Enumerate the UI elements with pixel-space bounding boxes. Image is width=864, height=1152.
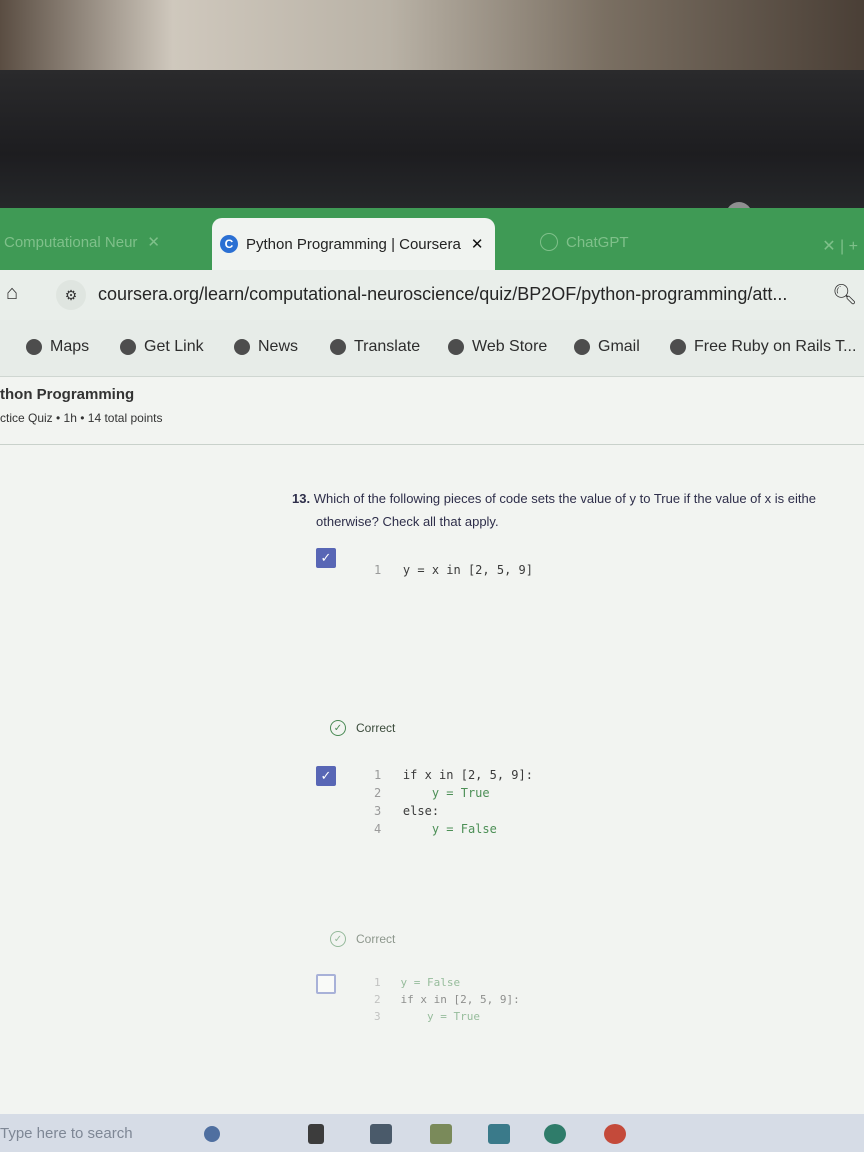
globe-icon [330,339,346,355]
bookmarks-bar: Maps Get Link News Translate Web Store G… [0,320,864,377]
tab-bar: Computational Neur ✕ C Python Programmin… [0,208,864,270]
check-circle-icon: ✓ [330,931,346,947]
option-3-checkbox[interactable] [316,974,336,994]
globe-icon [574,339,590,355]
check-circle-icon: ✓ [330,720,346,736]
option-1-feedback: ✓ Correct [330,720,395,736]
tab-controls[interactable]: ✕ | + [822,236,858,256]
screen: Computational Neur ✕ C Python Programmin… [0,208,864,1152]
globe-icon [234,339,250,355]
bookmark-label: Translate [354,338,421,355]
code-line: if x in [2, 5, 9]: [400,993,520,1006]
url-bar[interactable]: coursera.org/learn/computational-neurosc… [98,284,787,305]
bookmark-news[interactable]: News [234,338,298,356]
question-line-2: otherwise? Check all that apply. [316,514,499,529]
option-2-feedback: ✓ Correct [330,931,395,947]
divider [0,444,864,445]
bookmark-maps[interactable]: Maps [26,338,89,356]
taskbar: Type here to search [0,1114,864,1152]
code-line: y = True [402,786,490,800]
code-line: y = False [402,822,497,836]
chrome-icon[interactable] [604,1124,626,1144]
close-icon[interactable]: ✕ [471,235,484,253]
line-number: 1 [374,768,382,782]
option-1-checkbox[interactable]: ✓ [316,548,336,568]
bookmark-label: News [258,338,299,355]
tab-label: ChatGPT [566,233,629,251]
chatgpt-icon [540,233,558,251]
bookmark-free-ruby[interactable]: Free Ruby on Rails T... [670,338,856,356]
photo-background [0,0,864,80]
bookmark-get-link[interactable]: Get Link [120,338,204,356]
code-line: y = x in [2, 5, 9] [402,563,533,577]
bookmark-label: Maps [50,338,90,355]
code-line: y = False [400,976,461,989]
option-1-code: 1 y = x in [2, 5, 9] [374,549,533,577]
line-number: 2 [374,993,381,1006]
course-title: thon Programming [0,386,135,403]
globe-icon [120,339,136,355]
mail-icon[interactable] [488,1124,510,1144]
course-subtitle: ctice Quiz • 1h • 14 total points [0,411,163,425]
tab-computational-neuroscience[interactable]: Computational Neur ✕ [4,222,160,262]
line-number: 4 [374,822,382,836]
code-line: else: [402,804,440,818]
home-icon[interactable]: ⌂ [6,282,28,304]
line-number: 1 [374,563,382,577]
bookmark-translate[interactable]: Translate [330,338,420,356]
globe-icon [670,339,686,355]
bookmark-label: Get Link [144,338,204,355]
edge-icon[interactable] [544,1124,566,1144]
close-icon[interactable]: ✕ [147,233,160,251]
tab-label: Python Programming | Coursera [246,235,461,253]
code-line: y = True [400,1010,480,1023]
bookmark-label: Free Ruby on Rails T... [694,338,857,355]
code-line: if x in [2, 5, 9]: [402,768,533,782]
tab-label: Computational Neur [4,233,138,251]
file-explorer-icon[interactable] [370,1124,392,1144]
zoom-icon[interactable]: 🔍︎ [832,282,857,307]
question-text: 13. Which of the following pieces of cod… [292,487,864,533]
option-2-checkbox[interactable]: ✓ [316,766,336,786]
line-number: 1 [374,976,381,989]
bookmark-label: Web Store [472,338,548,355]
site-settings-icon[interactable]: ⚙ [56,280,86,310]
question-line-1: Which of the following pieces of code se… [313,491,816,506]
globe-icon [26,339,42,355]
bookmark-web-store[interactable]: Web Store [448,338,547,356]
bookmark-label: Gmail [598,338,640,355]
address-row: ⌂ ⚙ coursera.org/learn/computational-neu… [0,270,864,320]
task-view-icon[interactable] [308,1124,324,1144]
question-number: 13. [292,491,311,506]
line-number: 2 [374,786,382,800]
feedback-text: Correct [356,721,396,735]
option-3-code: 1 y = False 2 if x in [2, 5, 9]: 3 y = T… [374,974,520,1025]
bookmark-gmail[interactable]: Gmail [574,338,640,356]
tab-chatgpt[interactable]: ChatGPT [540,222,629,262]
store-icon[interactable] [430,1124,452,1144]
coursera-icon: C [220,235,238,253]
cortana-icon[interactable] [204,1126,220,1142]
taskbar-search[interactable]: Type here to search [0,1114,180,1152]
monitor-bezel [0,70,864,228]
tab-python-programming[interactable]: C Python Programming | Coursera ✕ [212,218,496,270]
search-placeholder: Type here to search [0,1124,133,1142]
option-2-code: 1 if x in [2, 5, 9]: 2 y = True 3 else: … [374,766,533,838]
feedback-text: Correct [356,932,396,946]
line-number: 3 [374,804,382,818]
globe-icon [448,339,464,355]
line-number: 3 [374,1010,381,1023]
